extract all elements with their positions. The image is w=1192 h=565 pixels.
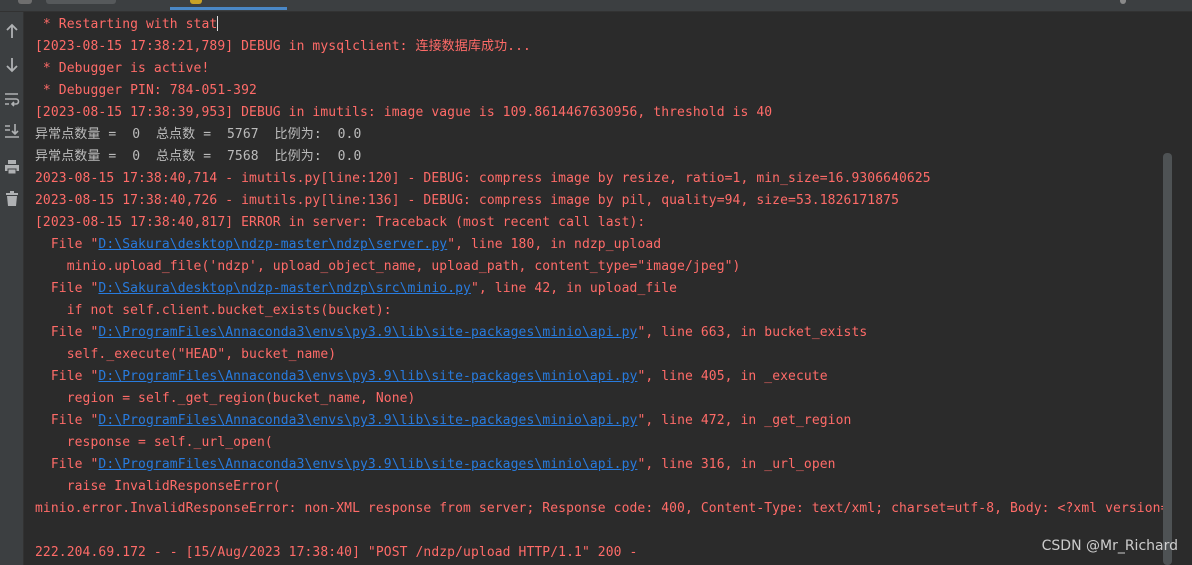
file-path-link[interactable]: D:\ProgramFiles\Annaconda3\envs\py3.9\li…	[98, 369, 637, 384]
vertical-scrollbar-track[interactable]	[1174, 12, 1192, 565]
console-line: 异常点数量 = 0 总点数 = 5767 比例为: 0.0	[35, 127, 362, 142]
console-line: * Restarting with stat	[35, 14, 219, 36]
console-line: 异常点数量 = 0 总点数 = 7568 比例为: 0.0	[35, 149, 362, 164]
tab-fragment-left-label[interactable]	[46, 0, 116, 4]
traceback-suffix: ", line 405, in _execute	[637, 369, 828, 384]
traceback-suffix: ", line 663, in bucket_exists	[637, 325, 868, 340]
console-line: 2023-08-15 17:38:40,714 - imutils.py[lin…	[35, 171, 931, 186]
console-line: [2023-08-15 17:38:40,817] ERROR in serve…	[35, 215, 646, 230]
console-line: * Debugger is active!	[35, 61, 210, 76]
console-line: region = self._get_region(bucket_name, N…	[35, 391, 416, 406]
traceback-prefix: File "	[35, 413, 99, 428]
traceback-suffix: ", line 42, in upload_file	[470, 281, 678, 296]
file-path-link[interactable]: D:\ProgramFiles\Annaconda3\envs\py3.9\li…	[98, 413, 637, 428]
scroll-to-end-icon[interactable]	[0, 120, 23, 142]
console-line: self._execute("HEAD", bucket_name)	[35, 347, 337, 362]
console-line: minio.error.InvalidResponseError: non-XM…	[35, 501, 1169, 516]
editor-tab-bar	[0, 0, 1192, 12]
traceback-prefix: File "	[35, 457, 99, 472]
watermark: CSDN @Mr_Richard	[1041, 538, 1178, 554]
clear-all-icon[interactable]	[0, 188, 23, 210]
console-line: 222.204.69.172 - - [15/Aug/2023 17:38:40…	[35, 545, 638, 560]
traceback-file-line: File "D:\Sakura\desktop\ndzp-master\ndzp…	[35, 278, 677, 300]
console-line: 2023-08-15 17:38:40,726 - imutils.py[lin…	[35, 193, 900, 208]
tab-fragment-active-icon[interactable]	[190, 0, 202, 4]
print-icon[interactable]	[0, 156, 23, 178]
traceback-suffix: ", line 180, in ndzp_upload	[447, 237, 662, 252]
console-line: raise InvalidResponseError(	[35, 479, 281, 494]
tab-fragment-left[interactable]	[18, 0, 32, 4]
file-path-link[interactable]: D:\Sakura\desktop\ndzp-master\ndzp\src\m…	[98, 281, 471, 296]
traceback-file-line: File "D:\ProgramFiles\Annaconda3\envs\py…	[35, 410, 852, 432]
traceback-prefix: File "	[35, 281, 99, 296]
traceback-file-line: File "D:\Sakura\desktop\ndzp-master\ndzp…	[35, 234, 661, 256]
traceback-file-line: File "D:\ProgramFiles\Annaconda3\envs\py…	[35, 454, 836, 476]
console-line: response = self._url_open(	[35, 435, 273, 450]
soft-wrap-icon[interactable]	[0, 88, 23, 110]
file-path-link[interactable]: D:\Sakura\desktop\ndzp-master\ndzp\serve…	[98, 237, 447, 252]
scroll-up-icon[interactable]	[0, 20, 23, 42]
traceback-prefix: File "	[35, 237, 99, 252]
scroll-down-icon[interactable]	[0, 54, 23, 76]
traceback-prefix: File "	[35, 369, 99, 384]
text-cursor	[217, 16, 219, 31]
console-toolbar	[0, 12, 24, 565]
file-path-link[interactable]: D:\ProgramFiles\Annaconda3\envs\py3.9\li…	[98, 325, 637, 340]
file-path-link[interactable]: D:\ProgramFiles\Annaconda3\envs\py3.9\li…	[98, 457, 637, 472]
console-line: [2023-08-15 17:38:21,789] DEBUG in mysql…	[35, 39, 531, 54]
tab-fragment-right[interactable]	[1120, 0, 1126, 4]
vertical-scrollbar-thumb[interactable]	[1163, 153, 1172, 565]
active-tab-indicator	[170, 7, 287, 10]
traceback-file-line: File "D:\ProgramFiles\Annaconda3\envs\py…	[35, 322, 867, 344]
console-line: * Debugger PIN: 784-051-392	[35, 83, 257, 98]
traceback-suffix: ", line 316, in _url_open	[637, 457, 836, 472]
console-output[interactable]: * Restarting with stat [2023-08-15 17:38…	[24, 12, 1174, 565]
console-line: [2023-08-15 17:38:39,953] DEBUG in imuti…	[35, 105, 773, 120]
traceback-file-line: File "D:\ProgramFiles\Annaconda3\envs\py…	[35, 366, 828, 388]
traceback-prefix: File "	[35, 325, 99, 340]
console-line: minio.upload_file('ndzp', upload_object_…	[35, 259, 741, 274]
traceback-suffix: ", line 472, in _get_region	[637, 413, 852, 428]
console-line: if not self.client.bucket_exists(bucket)…	[35, 303, 392, 318]
console-text: * Restarting with stat	[35, 17, 218, 32]
